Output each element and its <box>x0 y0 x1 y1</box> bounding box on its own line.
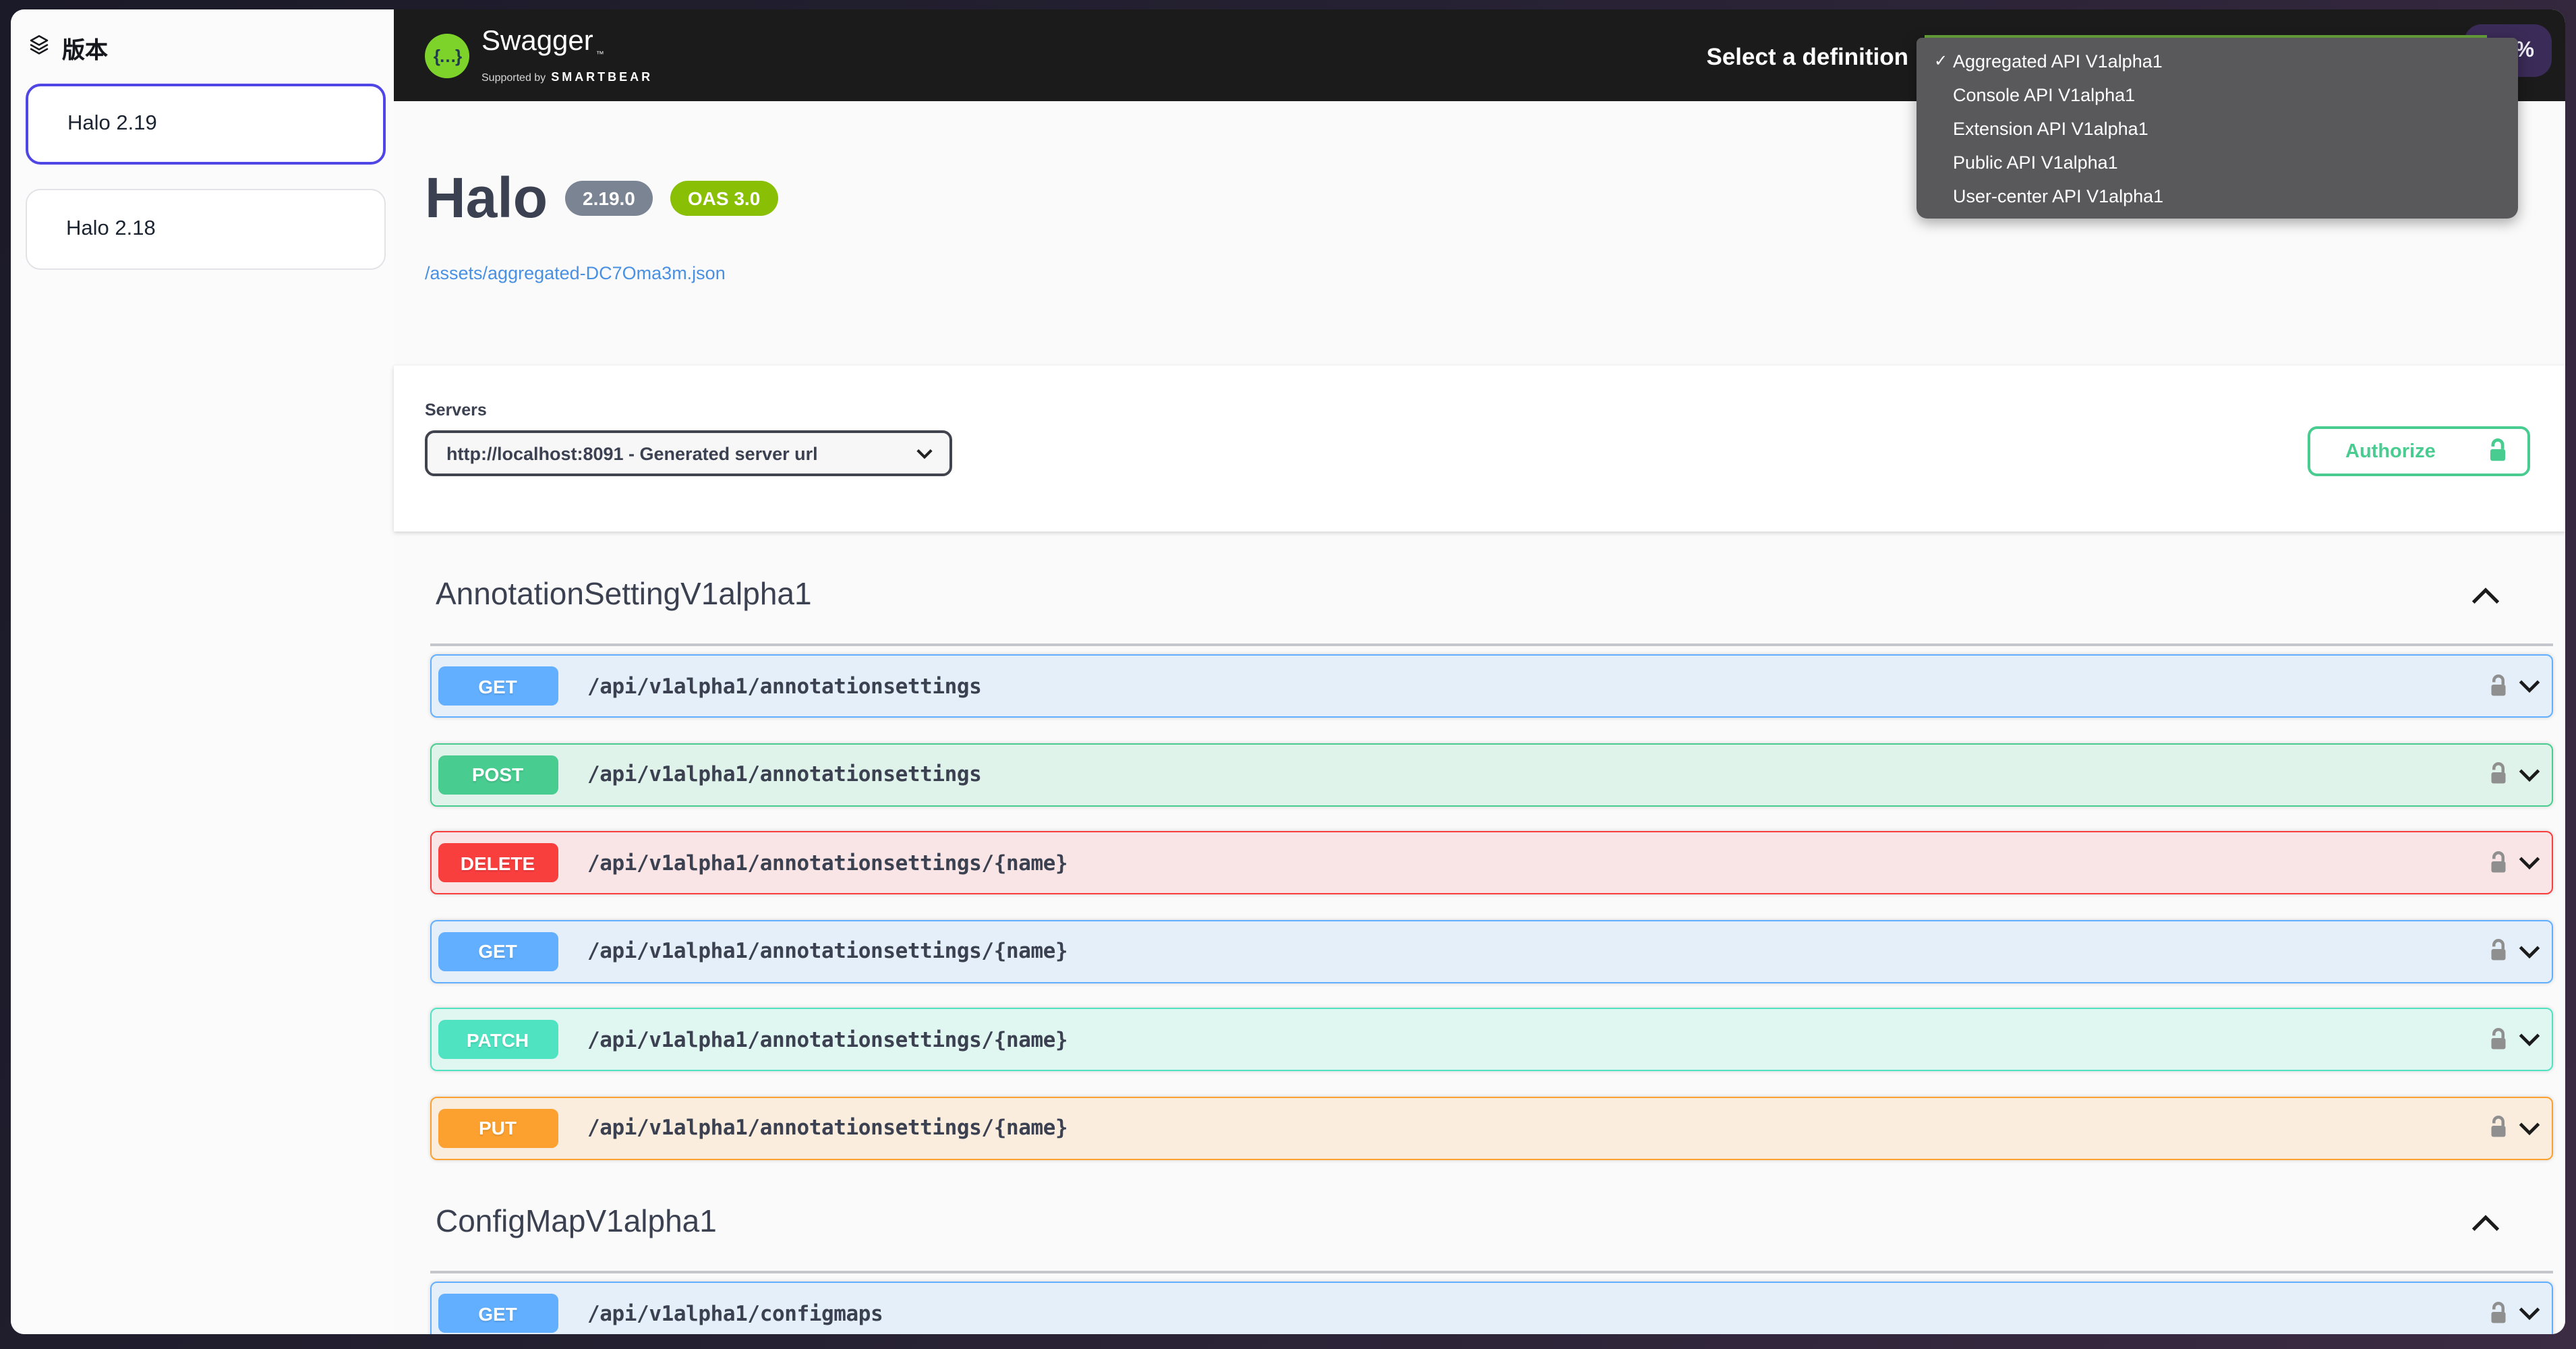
expand-operation-icon[interactable] <box>2518 1120 2541 1135</box>
lock-icon[interactable] <box>2488 1301 2509 1325</box>
section-header-annotationsetting[interactable]: AnnotationSettingV1alpha1 <box>436 576 812 612</box>
expand-operation-icon[interactable] <box>2518 944 2541 958</box>
section-divider <box>430 643 2553 645</box>
oas-badge: OAS 3.0 <box>670 181 778 216</box>
operation-path: /api/v1alpha1/annotationsettings/{name} <box>587 1116 1067 1140</box>
lock-icon[interactable] <box>2488 851 2509 875</box>
method-badge: GET <box>438 1294 558 1333</box>
version-sidebar: 版本 Halo 2.19 Halo 2.18 <box>11 9 395 1334</box>
server-select-value: http://localhost:8091 - Generated server… <box>446 443 818 463</box>
layers-icon <box>28 34 50 62</box>
sidebar-item-halo-2-18[interactable]: Halo 2.18 <box>26 189 386 270</box>
operation-row[interactable]: DELETE /api/v1alpha1/annotationsettings/… <box>430 831 2553 894</box>
swagger-logo[interactable]: {…} Swagger ™ Supported by SMARTBEAR <box>425 28 653 84</box>
operation-path: /api/v1alpha1/annotationsettings <box>587 762 981 786</box>
expand-operation-icon[interactable] <box>2518 855 2541 870</box>
lock-icon[interactable] <box>2488 1027 2509 1052</box>
expand-operation-icon[interactable] <box>2518 679 2541 693</box>
operation-row[interactable]: POST /api/v1alpha1/annotationsettings <box>430 743 2553 806</box>
method-badge: GET <box>438 931 558 971</box>
sidebar-title: 版本 <box>62 31 108 65</box>
server-select[interactable]: http://localhost:8091 - Generated server… <box>425 430 952 476</box>
swagger-logo-icon: {…} <box>425 34 469 78</box>
lock-icon[interactable] <box>2488 762 2509 786</box>
definition-select-label: Select a definition <box>1707 43 1909 71</box>
check-icon: ✓ <box>1934 51 1948 70</box>
operation-row[interactable]: GET /api/v1alpha1/annotationsettings/{na… <box>430 919 2553 983</box>
section-divider <box>430 1271 2553 1273</box>
expand-operation-icon[interactable] <box>2518 1306 2541 1321</box>
dropdown-option-label: Console API V1alpha1 <box>1953 84 2135 105</box>
definition-dropdown-menu: ✓ Aggregated API V1alpha1 Console API V1… <box>1916 37 2518 218</box>
dropdown-option-public-api[interactable]: Public API V1alpha1 <box>1916 145 2518 179</box>
operation-row[interactable]: GET /api/v1alpha1/configmaps <box>430 1282 2553 1334</box>
version-badge: 2.19.0 <box>565 181 653 216</box>
api-title-row: Halo 2.19.0 OAS 3.0 <box>425 166 778 231</box>
dropdown-option-console-api[interactable]: Console API V1alpha1 <box>1916 78 2518 111</box>
version-item-label: Halo 2.18 <box>66 217 156 241</box>
lock-icon[interactable] <box>2488 674 2509 698</box>
operation-row[interactable]: PUT /api/v1alpha1/annotationsettings/{na… <box>430 1096 2553 1159</box>
operation-path: /api/v1alpha1/annotationsettings <box>587 674 981 698</box>
sidebar-item-halo-2-19[interactable]: Halo 2.19 <box>26 84 386 165</box>
dropdown-option-aggregated-api[interactable]: ✓ Aggregated API V1alpha1 <box>1916 44 2518 78</box>
section-header-configmap[interactable]: ConfigMapV1alpha1 <box>436 1203 717 1240</box>
method-badge: POST <box>438 755 558 794</box>
logo-wordmark: Swagger <box>481 28 593 55</box>
dropdown-option-label: Extension API V1alpha1 <box>1953 118 2148 138</box>
supported-by-text: Supported by <box>481 71 546 84</box>
collapse-section-icon[interactable] <box>2471 587 2500 612</box>
dropdown-option-user-center-api[interactable]: User-center API V1alpha1 <box>1916 179 2518 212</box>
spec-json-link[interactable]: /assets/aggregated-DC7Oma3m.json <box>425 263 726 283</box>
operation-row[interactable]: PATCH /api/v1alpha1/annotationsettings/{… <box>430 1008 2553 1071</box>
dropdown-option-label: User-center API V1alpha1 <box>1953 185 2163 206</box>
collapse-section-icon[interactable] <box>2471 1214 2500 1240</box>
method-badge: GET <box>438 666 558 706</box>
scheme-container: Servers http://localhost:8091 - Generate… <box>394 366 2565 532</box>
dropdown-option-label: Public API V1alpha1 <box>1953 152 2118 172</box>
version-item-label: Halo 2.19 <box>67 112 157 136</box>
operation-path: /api/v1alpha1/configmaps <box>587 1301 883 1325</box>
authorize-label: Authorize <box>2345 440 2436 462</box>
trademark-symbol: ™ <box>596 42 604 69</box>
lock-icon[interactable] <box>2488 939 2509 963</box>
expand-operation-icon[interactable] <box>2518 767 2541 782</box>
dropdown-option-extension-api[interactable]: Extension API V1alpha1 <box>1916 111 2518 145</box>
sidebar-header: 版本 <box>11 9 394 65</box>
desktop-background: 版本 Halo 2.19 Halo 2.18 {…} Swagger ™ <box>0 0 2576 1349</box>
method-badge: PATCH <box>438 1020 558 1059</box>
operation-path: /api/v1alpha1/annotationsettings/{name} <box>587 1027 1067 1052</box>
unlock-icon <box>2487 438 2509 464</box>
swagger-logo-text: Swagger ™ Supported by SMARTBEAR <box>481 28 653 84</box>
browser-window: 版本 Halo 2.19 Halo 2.18 {…} Swagger ™ <box>11 9 2565 1334</box>
authorize-button[interactable]: Authorize <box>2308 426 2530 476</box>
operation-row[interactable]: GET /api/v1alpha1/annotationsettings <box>430 654 2553 718</box>
dropdown-option-label: Aggregated API V1alpha1 <box>1953 51 2163 71</box>
page-title: Halo <box>425 166 548 231</box>
expand-operation-icon[interactable] <box>2518 1032 2541 1047</box>
api-docs-content: Halo 2.19.0 OAS 3.0 /assets/aggregated-D… <box>394 101 2565 1334</box>
servers-label: Servers <box>425 401 487 420</box>
lock-icon[interactable] <box>2488 1116 2509 1140</box>
method-badge: DELETE <box>438 843 558 882</box>
smartbear-brand: SMARTBEAR <box>551 70 653 84</box>
method-badge: PUT <box>438 1108 558 1147</box>
chevron-down-icon <box>916 447 933 459</box>
operation-path: /api/v1alpha1/annotationsettings/{name} <box>587 939 1067 963</box>
operation-path: /api/v1alpha1/annotationsettings/{name} <box>587 851 1067 875</box>
